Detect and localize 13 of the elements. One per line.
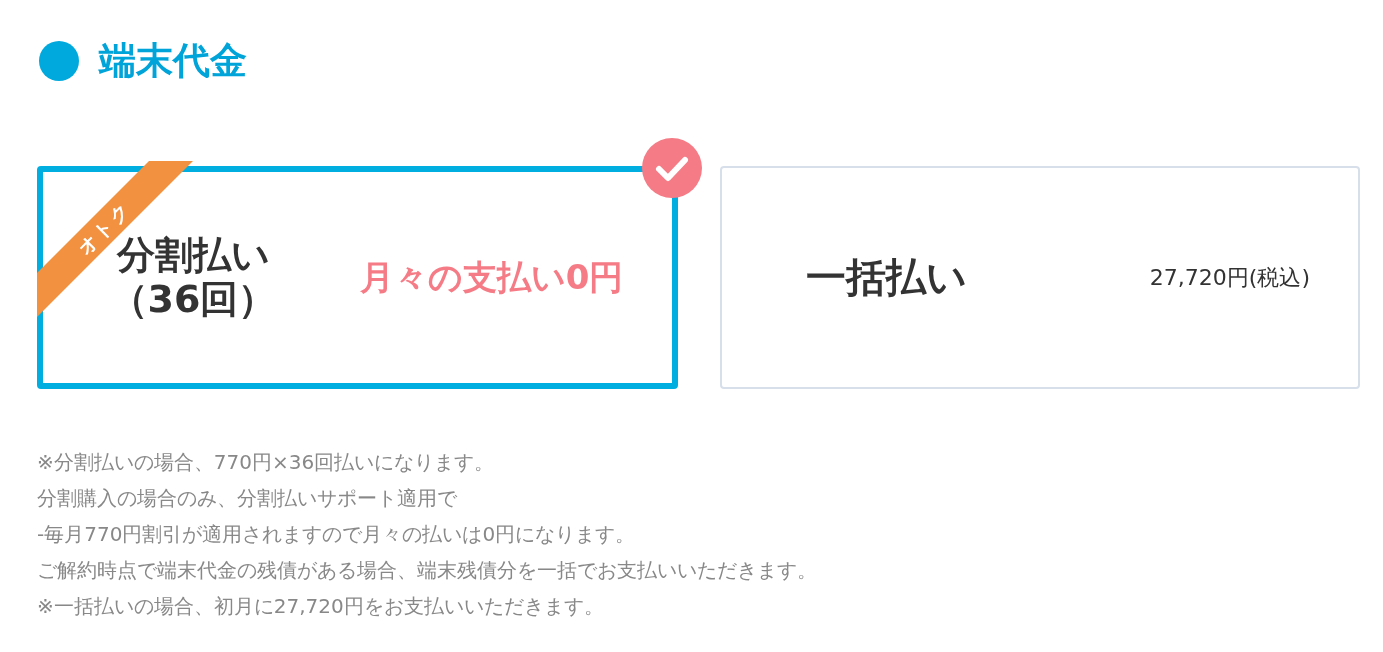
option-label: （36回） — [109, 277, 277, 321]
note-text: ※分割払いの場合、770円×36回払いになります。 — [37, 448, 496, 476]
payment-option-card[interactable]: 一括払い 27,720円(税込) — [719, 165, 1360, 389]
option-label: 分割払い — [116, 233, 270, 277]
note-text: 分割購入の場合のみ、分割払いサポート適用で — [37, 484, 458, 512]
option-price: 27,720円(税込) — [1149, 263, 1310, 292]
option-price: 月々の支払い0円 — [359, 255, 624, 299]
option-label: 一括払い — [806, 253, 967, 301]
check-icon — [641, 137, 702, 198]
note-text: ご解約時点で端末代金の残債がある場合、端末残債分を一括でお支払いいただきます。 — [37, 556, 818, 584]
note-text: ‐毎月770円割引が適用されますので月々の払いは0円になります。 — [37, 520, 637, 548]
section-title: 端末代金 — [99, 38, 247, 84]
note-text: ※一括払いの場合、初月に27,720円をお支払いいただきます。 — [37, 592, 605, 620]
